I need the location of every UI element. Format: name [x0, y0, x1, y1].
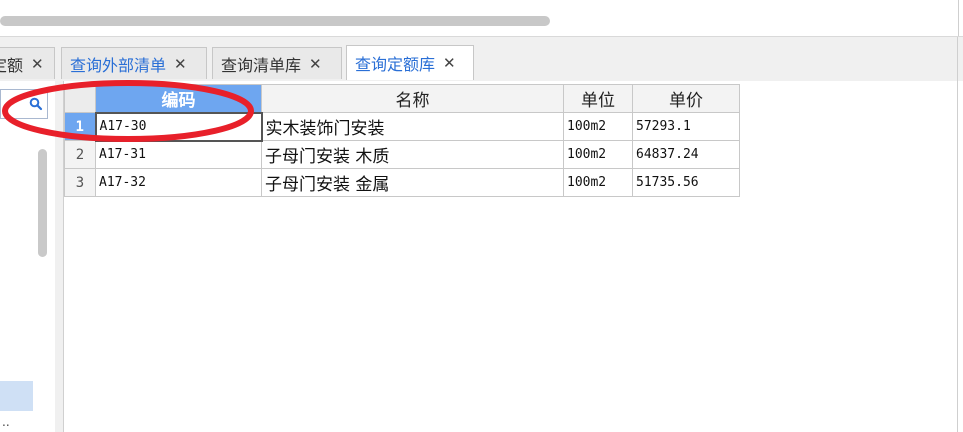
tree-item-selected[interactable] [0, 381, 33, 411]
table-header-row: 编码 名称 单位 单价 [64, 84, 740, 113]
grid-area: 编码 名称 单位 单价 1 A17-30 实木装饰门安装 100m2 57293… [64, 81, 963, 432]
table-row[interactable]: 1 A17-30 实木装饰门安装 100m2 57293.1 [64, 111, 740, 142]
cell-unit[interactable]: 100m2 [563, 140, 633, 169]
table-row[interactable]: 2 A17-31 子母门安装 木质 100m2 64837.24 [64, 140, 740, 169]
more-indicator: .. [2, 415, 10, 429]
horizontal-scrollbar-thumb[interactable] [0, 16, 550, 26]
column-header-unit[interactable]: 单位 [563, 84, 633, 113]
tab-label: 查询清单库 [221, 55, 302, 75]
row-number[interactable]: 1 [64, 112, 96, 141]
tab-quota-partial[interactable]: 定额 ✕ [0, 47, 55, 79]
cell-price[interactable]: 51735.56 [632, 168, 740, 197]
close-icon[interactable]: ✕ [174, 55, 187, 73]
search-icon[interactable] [29, 97, 43, 111]
cell-name[interactable]: 子母门安装 金属 [261, 168, 564, 197]
close-icon[interactable]: ✕ [309, 55, 322, 73]
quota-table: 编码 名称 单位 单价 1 A17-30 实木装饰门安装 100m2 57293… [64, 84, 740, 197]
search-input[interactable] [0, 89, 48, 119]
panel-splitter[interactable] [55, 81, 64, 432]
tab-query-quota-library[interactable]: 查询定额库 ✕ [346, 45, 474, 80]
cell-unit[interactable]: 100m2 [563, 168, 633, 197]
tab-label: 查询外部清单 [70, 55, 167, 75]
left-panel: .. [0, 81, 56, 432]
tab-label: 定额 [0, 55, 24, 75]
row-number[interactable]: 2 [64, 140, 96, 169]
cell-price[interactable]: 57293.1 [632, 112, 740, 141]
cell-price[interactable]: 64837.24 [632, 140, 740, 169]
cell-code[interactable]: A17-32 [95, 168, 262, 197]
cell-name[interactable]: 实木装饰门安装 [261, 112, 564, 141]
tab-label: 查询定额库 [355, 55, 436, 74]
table-row[interactable]: 3 A17-32 子母门安装 金属 100m2 51735.56 [64, 168, 740, 197]
close-icon[interactable]: ✕ [31, 55, 44, 73]
top-panel [0, 0, 963, 37]
cell-code[interactable]: A17-31 [95, 140, 262, 169]
row-number[interactable]: 3 [64, 168, 96, 197]
cell-unit[interactable]: 100m2 [563, 112, 633, 141]
cell-code[interactable]: A17-30 [94, 111, 263, 142]
close-icon[interactable]: ✕ [443, 54, 456, 72]
table-corner[interactable] [64, 84, 96, 113]
column-header-name[interactable]: 名称 [261, 84, 564, 113]
column-header-code[interactable]: 编码 [95, 84, 262, 113]
top-panel-edge [958, 0, 959, 37]
column-header-price[interactable]: 单价 [632, 84, 740, 113]
cell-name[interactable]: 子母门安装 木质 [261, 140, 564, 169]
tab-query-list-library[interactable]: 查询清单库 ✕ [212, 47, 342, 79]
right-border [957, 37, 958, 432]
tab-query-external-list[interactable]: 查询外部清单 ✕ [61, 47, 207, 79]
vertical-scrollbar-thumb[interactable] [38, 149, 47, 257]
tab-strip: 定额 ✕ 查询外部清单 ✕ 查询清单库 ✕ 查询定额库 ✕ [0, 37, 963, 82]
